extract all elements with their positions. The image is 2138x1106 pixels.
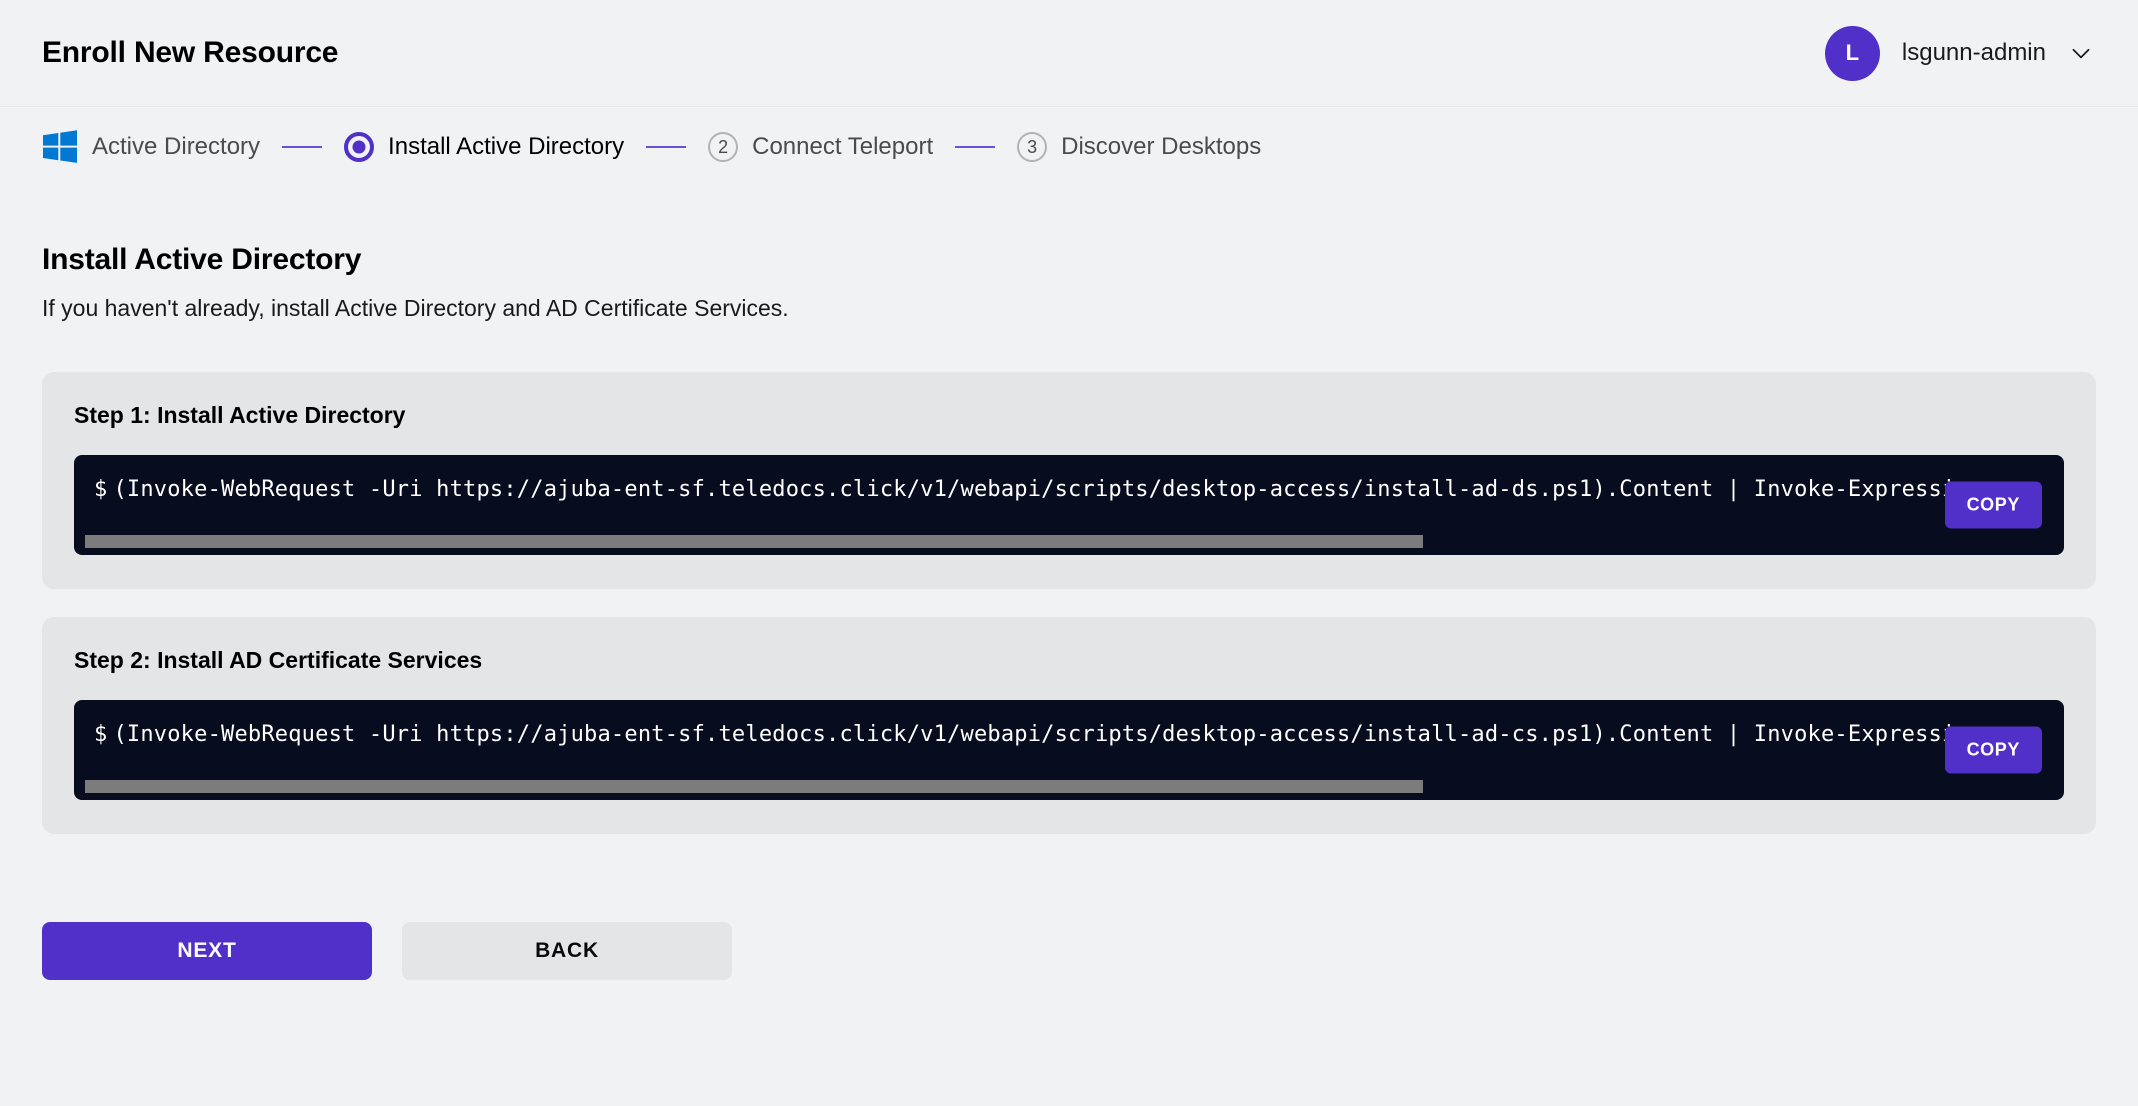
page-title: Enroll New Resource [42,36,339,69]
copy-button[interactable]: COPY [1944,481,2042,529]
shell-prompt-icon: $ [94,722,108,747]
copy-button[interactable]: COPY [1944,726,2042,774]
stepper-label: Connect Teleport [752,133,934,160]
enrollment-stepper: Active Directory Install Active Director… [0,107,2138,187]
horizontal-scrollbar[interactable] [85,780,2053,793]
stepper-step-install-active-directory[interactable]: Install Active Directory [344,132,624,162]
command-string: (Invoke-WebRequest -Uri https://ajuba-en… [113,722,1983,747]
scrollbar-thumb[interactable] [85,535,1424,548]
main-content: Install Active Directory If you haven't … [0,187,2138,834]
user-menu[interactable]: L lsgunn-admin [1824,25,2102,81]
radio-selected-icon [344,132,375,162]
stepper-label: Active Directory [92,133,261,160]
step-card-title: Step 1: Install Active Directory [74,402,406,428]
next-button[interactable]: NEXT [42,922,372,980]
command-code-block[interactable]: $ (Invoke-WebRequest -Uri https://ajuba-e… [74,455,2064,555]
step-card-1: Step 1: Install Active Directory $ (Invok… [42,372,2096,589]
top-bar: Enroll New Resource L lsgunn-admin [0,0,2138,107]
step-number-icon: 3 [1017,132,1048,162]
stepper-connector [955,146,996,148]
step-card-2: Step 2: Install AD Certificate Services … [42,617,2096,834]
chevron-down-icon[interactable] [2068,40,2094,66]
stepper-label: Install Active Directory [388,133,625,160]
command-text: $ (Invoke-WebRequest -Uri https://ajuba-e… [74,455,2064,502]
stepper-step-discover-desktops[interactable]: 3 Discover Desktops [1017,132,1261,162]
command-code-block[interactable]: $ (Invoke-WebRequest -Uri https://ajuba-e… [74,700,2064,800]
command-string: (Invoke-WebRequest -Uri https://ajuba-en… [113,477,1983,502]
stepper-label: Discover Desktops [1061,133,1262,160]
step-card-title: Step 2: Install AD Certificate Services [74,647,483,673]
stepper-connector [646,146,687,148]
step-number-icon: 2 [708,132,739,162]
stepper-step-active-directory[interactable]: Active Directory [42,129,260,165]
shell-prompt-icon: $ [94,477,108,502]
avatar: L [1824,25,1880,81]
section-description: If you haven't already, install Active D… [42,295,789,321]
username-label: lsgunn-admin [1901,39,2046,66]
stepper-connector [282,146,323,148]
horizontal-scrollbar[interactable] [85,535,2053,548]
back-button[interactable]: BACK [402,922,732,980]
command-text: $ (Invoke-WebRequest -Uri https://ajuba-e… [74,700,2064,747]
section-title: Install Active Directory [42,243,362,276]
windows-logo-icon [42,129,78,165]
scrollbar-thumb[interactable] [85,780,1424,793]
wizard-footer: NEXT BACK [0,862,2138,980]
stepper-step-connect-teleport[interactable]: 2 Connect Teleport [708,132,933,162]
